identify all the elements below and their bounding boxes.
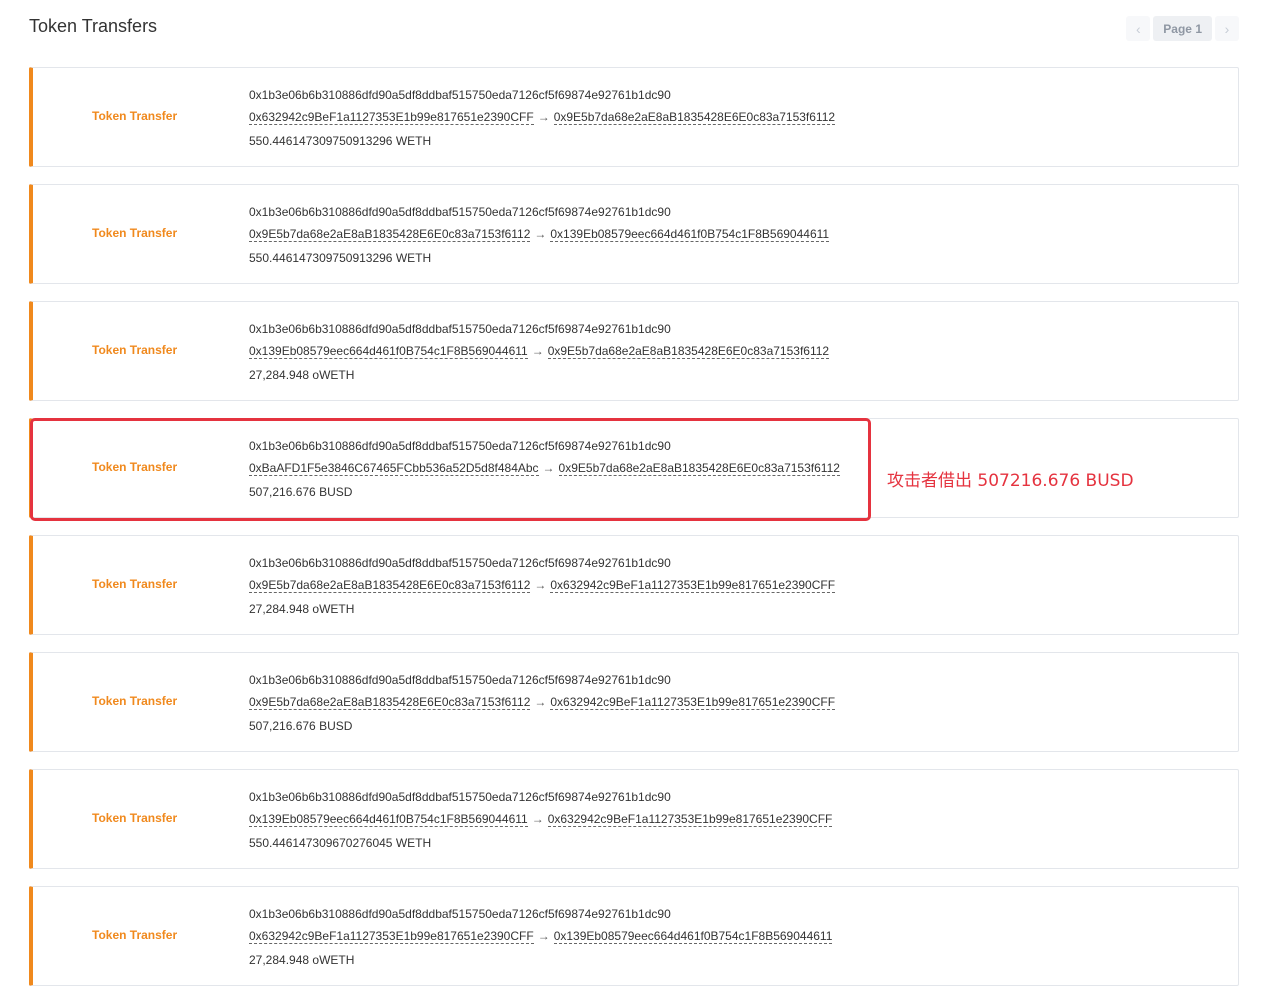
transfer-type-label: Token Transfer [92,226,178,240]
page-indicator: Page 1 [1153,16,1212,41]
transfer-card: Token Transfer 0x1b3e06b6b310886dfd90a5d… [29,769,1239,869]
transfer-amount: 27,284.948 oWETH [249,953,355,967]
transfer-amount: 27,284.948 oWETH [249,602,355,616]
annotation-text: 攻击者借出 507216.676 BUSD [887,471,1134,491]
transfer-type-label: Token Transfer [92,460,178,474]
tx-hash: 0x1b3e06b6b310886dfd90a5df8ddbaf515750ed… [249,790,671,804]
tx-hash: 0x1b3e06b6b310886dfd90a5df8ddbaf515750ed… [249,322,671,336]
arrow-icon: → [534,578,547,592]
arrow-icon: → [542,461,555,475]
transfer-type-label: Token Transfer [92,928,178,942]
transfer-route: 0x632942c9BeF1a1127353E1b99e817651e2390C… [249,929,833,944]
transfer-card: Token Transfer 0x1b3e06b6b310886dfd90a5d… [29,67,1239,167]
to-address-link[interactable]: 0x9E5b7da68e2aE8aB1835428E6E0c83a7153f61… [547,344,830,359]
transfer-route: 0x139Eb08579eec664d461f0B754c1F8B5690446… [249,344,830,359]
transfer-type-label: Token Transfer [92,109,178,123]
arrow-icon: → [531,344,544,358]
transfer-route: 0x9E5b7da68e2aE8aB1835428E6E0c83a7153f61… [249,227,830,242]
token-transfer-list: Token Transfer 0x1b3e06b6b310886dfd90a5d… [29,67,1239,1000]
from-address-link[interactable]: 0x9E5b7da68e2aE8aB1835428E6E0c83a7153f61… [249,227,531,242]
to-address-link[interactable]: 0x632942c9BeF1a1127353E1b99e817651e2390C… [547,812,833,827]
transfer-amount: 507,216.676 BUSD [249,485,353,499]
from-address-link[interactable]: 0x139Eb08579eec664d461f0B754c1F8B5690446… [249,344,528,359]
tx-hash: 0x1b3e06b6b310886dfd90a5df8ddbaf515750ed… [249,439,671,453]
chevron-right-icon[interactable]: › [1215,16,1239,41]
from-address-link[interactable]: 0x9E5b7da68e2aE8aB1835428E6E0c83a7153f61… [249,578,531,593]
to-address-link[interactable]: 0x632942c9BeF1a1127353E1b99e817651e2390C… [550,695,836,710]
transfer-card: Token Transfer 0x1b3e06b6b310886dfd90a5d… [29,301,1239,401]
transfer-amount: 550.446147309750913296 WETH [249,134,432,148]
tx-hash: 0x1b3e06b6b310886dfd90a5df8ddbaf515750ed… [249,88,671,102]
transfer-type-label: Token Transfer [92,811,178,825]
page-title: Token Transfers [29,16,158,36]
transfer-card: Token Transfer 0x1b3e06b6b310886dfd90a5d… [29,886,1239,986]
from-address-link[interactable]: 0x632942c9BeF1a1127353E1b99e817651e2390C… [249,929,534,944]
arrow-icon: → [537,110,550,124]
from-address-link[interactable]: 0x9E5b7da68e2aE8aB1835428E6E0c83a7153f61… [249,695,531,710]
arrow-icon: → [534,227,547,241]
transfer-route: 0x9E5b7da68e2aE8aB1835428E6E0c83a7153f61… [249,695,836,710]
tx-hash: 0x1b3e06b6b310886dfd90a5df8ddbaf515750ed… [249,205,671,219]
to-address-link[interactable]: 0x139Eb08579eec664d461f0B754c1F8B5690446… [553,929,833,944]
transfer-amount: 27,284.948 oWETH [249,368,355,382]
to-address-link[interactable]: 0x632942c9BeF1a1127353E1b99e817651e2390C… [550,578,836,593]
to-address-link[interactable]: 0x139Eb08579eec664d461f0B754c1F8B5690446… [550,227,830,242]
transfer-route: 0x9E5b7da68e2aE8aB1835428E6E0c83a7153f61… [249,578,836,593]
arrow-icon: → [534,695,547,709]
transfer-type-label: Token Transfer [92,343,178,357]
from-address-link[interactable]: 0xBaAFD1F5e3846C67465FCbb536a52D5d8f484A… [249,461,539,476]
chevron-left-icon[interactable]: ‹ [1126,16,1151,41]
transfer-card: Token Transfer 0x1b3e06b6b310886dfd90a5d… [29,184,1239,284]
pagination: ‹ Page 1 › [1126,16,1239,41]
tx-hash: 0x1b3e06b6b310886dfd90a5df8ddbaf515750ed… [249,673,671,687]
transfer-route: 0x632942c9BeF1a1127353E1b99e817651e2390C… [249,110,836,125]
tx-hash: 0x1b3e06b6b310886dfd90a5df8ddbaf515750ed… [249,556,671,570]
to-address-link[interactable]: 0x9E5b7da68e2aE8aB1835428E6E0c83a7153f61… [553,110,836,125]
transfer-route: 0x139Eb08579eec664d461f0B754c1F8B5690446… [249,812,833,827]
tx-hash: 0x1b3e06b6b310886dfd90a5df8ddbaf515750ed… [249,907,671,921]
arrow-icon: → [537,929,550,943]
from-address-link[interactable]: 0x632942c9BeF1a1127353E1b99e817651e2390C… [249,110,534,125]
transfer-type-label: Token Transfer [92,694,178,708]
transfer-type-label: Token Transfer [92,577,178,591]
transfer-card: Token Transfer 0x1b3e06b6b310886dfd90a5d… [29,652,1239,752]
transfer-amount: 550.446147309750913296 WETH [249,251,432,265]
transfer-route: 0xBaAFD1F5e3846C67465FCbb536a52D5d8f484A… [249,461,840,476]
to-address-link[interactable]: 0x9E5b7da68e2aE8aB1835428E6E0c83a7153f61… [558,461,840,476]
from-address-link[interactable]: 0x139Eb08579eec664d461f0B754c1F8B5690446… [249,812,528,827]
transfer-amount: 507,216.676 BUSD [249,719,353,733]
transfer-card: Token Transfer 0x1b3e06b6b310886dfd90a5d… [29,535,1239,635]
page-header: Token Transfers ‹ Page 1 › [29,14,1239,44]
arrow-icon: → [531,812,544,826]
transfer-amount: 550.446147309670276045 WETH [249,836,432,850]
